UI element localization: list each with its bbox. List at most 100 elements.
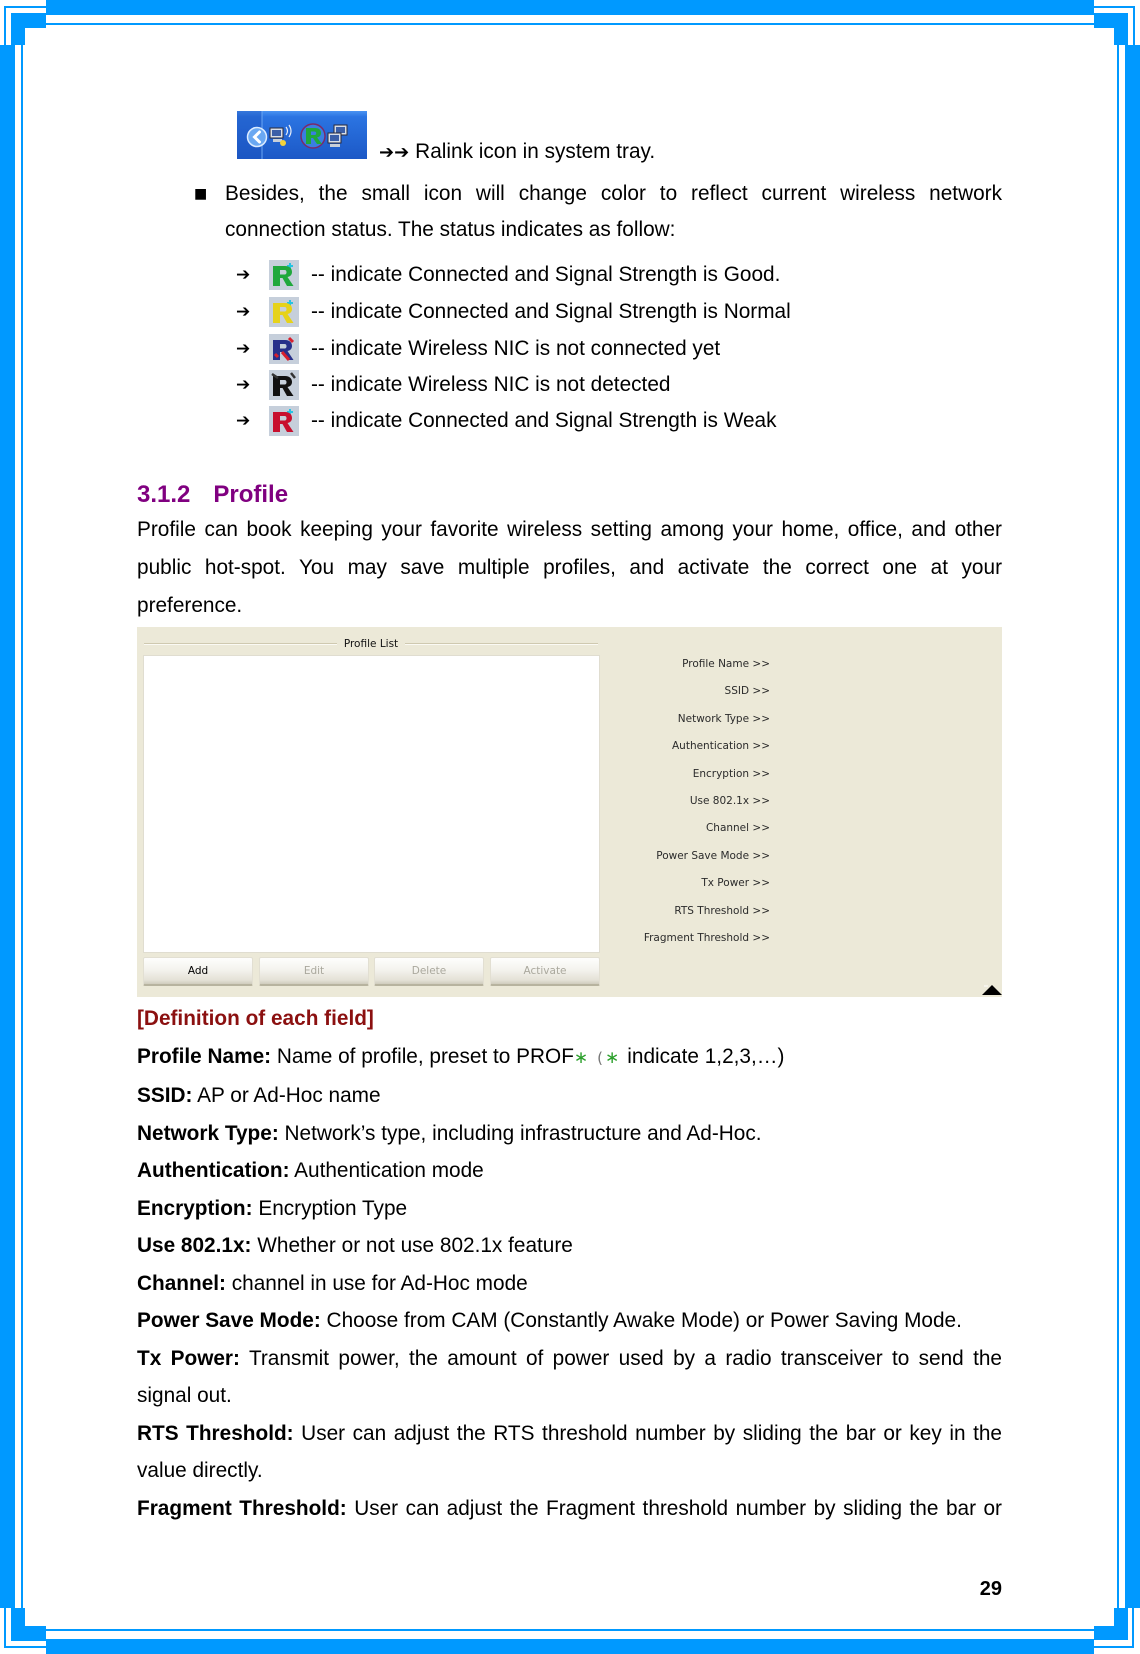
definition-item: Tx Power: Transmit power, the amount of … <box>137 1340 1002 1415</box>
definition-term: Channel: <box>137 1271 226 1295</box>
show-hidden-icons-chevron-icon <box>246 126 268 148</box>
frame-corner-line <box>1094 1646 1134 1648</box>
field-label-ssid: SSID >> <box>724 685 770 698</box>
definition-text: Choose from CAM (Constantly Awake Mode) … <box>326 1309 962 1332</box>
field-label-tx-power: Tx Power >> <box>701 877 770 890</box>
frame-corner-line <box>4 1646 46 1648</box>
definition-item: SSID: AP or Ad-Hoc name <box>137 1077 1002 1115</box>
definition-item: RTS Threshold: User can adjust the RTS t… <box>137 1415 1002 1490</box>
frame-corner-line <box>4 6 6 45</box>
system-tray-image <box>237 111 367 159</box>
status-item-normal: ➔ -- indicate Connected and Signal Stren… <box>236 293 936 331</box>
definition-term: Encryption: <box>137 1196 253 1220</box>
field-label-channel: Channel >> <box>705 822 770 835</box>
definition-text: Transmit power, the amount of power used… <box>137 1346 1003 1408</box>
field-label-power-save-mode: Power Save Mode >> <box>656 849 770 862</box>
field-definitions: [Definition of each field] Profile Name:… <box>137 1000 1002 1527</box>
collapse-arrow-icon[interactable] <box>982 985 1002 995</box>
delete-button[interactable]: Delete <box>374 957 484 986</box>
tray-caption: ➔➔ Ralink icon in system tray. <box>379 140 655 165</box>
arrow-icon: ➔ <box>236 302 251 322</box>
groupbox-line <box>405 643 598 645</box>
field-label-profile-name: Profile Name >> <box>682 658 770 670</box>
definition-text: AP or Ad-Hoc name <box>197 1084 381 1107</box>
definition-term: Power Save Mode: <box>137 1309 321 1332</box>
definition-text: User can adjust the Fragment threshold n… <box>354 1496 1002 1520</box>
status-description: -- indicate Wireless NIC is not detected <box>311 373 671 396</box>
definition-text: channel in use for Ad-Hoc mode <box>231 1271 528 1295</box>
ralink-yellow-icon <box>269 297 299 327</box>
arrow-icon: ➔ <box>236 265 251 285</box>
frame-corner-block <box>1094 1626 1128 1640</box>
frame-corner-line <box>1132 1608 1134 1648</box>
open-paren: ( <box>597 1048 604 1067</box>
definition-term: SSID: <box>137 1084 193 1107</box>
frame-corner-block <box>1114 28 1128 45</box>
definition-term: Use 802.1x: <box>137 1234 252 1257</box>
frame-corner-block <box>11 1626 46 1641</box>
frame-corner-line <box>1094 6 1135 8</box>
status-description: -- indicate Connected and Signal Strengt… <box>311 409 777 432</box>
definition-item: Profile Name: Name of profile, preset to… <box>137 1038 1002 1078</box>
groupbox-line <box>144 643 337 645</box>
frame-left-line <box>21 45 23 1608</box>
frame-corner-block <box>11 13 46 28</box>
frame-corner-line <box>1133 6 1135 45</box>
field-label-encryption: Encryption >> <box>692 767 770 780</box>
frame-top-band <box>46 0 1094 15</box>
ralink-blue-red-icon <box>269 334 299 364</box>
definition-term: Authentication: <box>137 1159 290 1182</box>
double-arrow-icon: ➔➔ <box>379 142 410 163</box>
definition-item: Authentication: Authentication mode <box>137 1152 1002 1190</box>
frame-right-band <box>1125 45 1140 1608</box>
definition-term: RTS Threshold: <box>137 1421 294 1445</box>
status-item-good: ➔ -- indicate Connected and Signal Stren… <box>236 257 936 293</box>
status-icon-list: ➔ -- indicate Connected and Signal Stren… <box>236 257 936 439</box>
definition-term: Network Type: <box>137 1121 279 1145</box>
section-intro-paragraph: Profile can book keeping your favorite w… <box>137 518 1002 617</box>
field-label-authentication: Authentication >> <box>671 740 770 753</box>
add-button[interactable]: Add <box>143 957 253 986</box>
frame-left-band <box>0 45 15 1608</box>
asterisk-mark: ∗ <box>605 1047 620 1068</box>
definition-item: Network Type: Network’s type, including … <box>137 1115 1002 1153</box>
square-bullet-icon: ■ <box>194 186 208 202</box>
frame-top-line <box>46 23 1094 25</box>
field-label-use-8021x: Use 802.1x >> <box>689 794 770 807</box>
status-item-weak: ➔ -- indicate Connected and Signal Stren… <box>236 403 936 439</box>
ralink-green-icon <box>269 260 299 290</box>
activate-button[interactable]: Activate <box>490 957 600 986</box>
definition-term: Fragment Threshold: <box>137 1496 347 1520</box>
status-description: -- indicate Connected and Signal Strengt… <box>311 300 791 323</box>
definition-term: Profile Name: <box>137 1044 272 1068</box>
definition-term: Tx Power: <box>137 1346 240 1370</box>
definition-text: Authentication mode <box>294 1159 484 1182</box>
definition-item: Fragment Threshold: User can adjust the … <box>137 1490 1002 1528</box>
edit-button[interactable]: Edit <box>259 957 369 986</box>
definition-text: Name of profile, preset to PROF <box>276 1044 574 1068</box>
ralink-black-icon <box>269 370 299 400</box>
status-intro-text: Besides, the small icon will change colo… <box>225 182 1002 241</box>
definition-text: Whether or not use 802.1x feature <box>257 1234 573 1257</box>
status-description: -- indicate Wireless NIC is not connecte… <box>311 337 721 360</box>
arrow-icon: ➔ <box>236 339 251 359</box>
frame-corner-block <box>11 28 25 45</box>
definition-item: Channel: channel in use for Ad-Hoc mode <box>137 1265 1002 1303</box>
asterisk-mark: ∗ <box>573 1047 589 1068</box>
groupbox-title: Profile List <box>343 638 399 650</box>
frame-corner-block <box>1114 1608 1128 1626</box>
tray-caption-text: Ralink icon in system tray. <box>415 140 656 163</box>
frame-corner-line <box>4 1608 6 1648</box>
frame-right-line <box>1117 45 1119 1608</box>
ralink-red-icon <box>269 406 299 436</box>
definition-item: Power Save Mode: Choose from CAM (Consta… <box>137 1302 1002 1340</box>
section-heading: 3.1.2 Profile <box>137 480 288 510</box>
definition-item: Use 802.1x: Whether or not use 802.1x fe… <box>137 1227 1002 1265</box>
field-label-rts-threshold: RTS Threshold >> <box>674 904 770 917</box>
section-number: 3.1.2 <box>137 481 191 508</box>
frame-bottom-band <box>46 1639 1094 1654</box>
page-number: 29 <box>979 1578 1002 1600</box>
definition-item: Encryption: Encryption Type <box>137 1190 1002 1228</box>
profile-field-labels: Profile Name >> SSID >> Network Type >> … <box>517 651 770 952</box>
frame-corner-line <box>4 6 46 8</box>
